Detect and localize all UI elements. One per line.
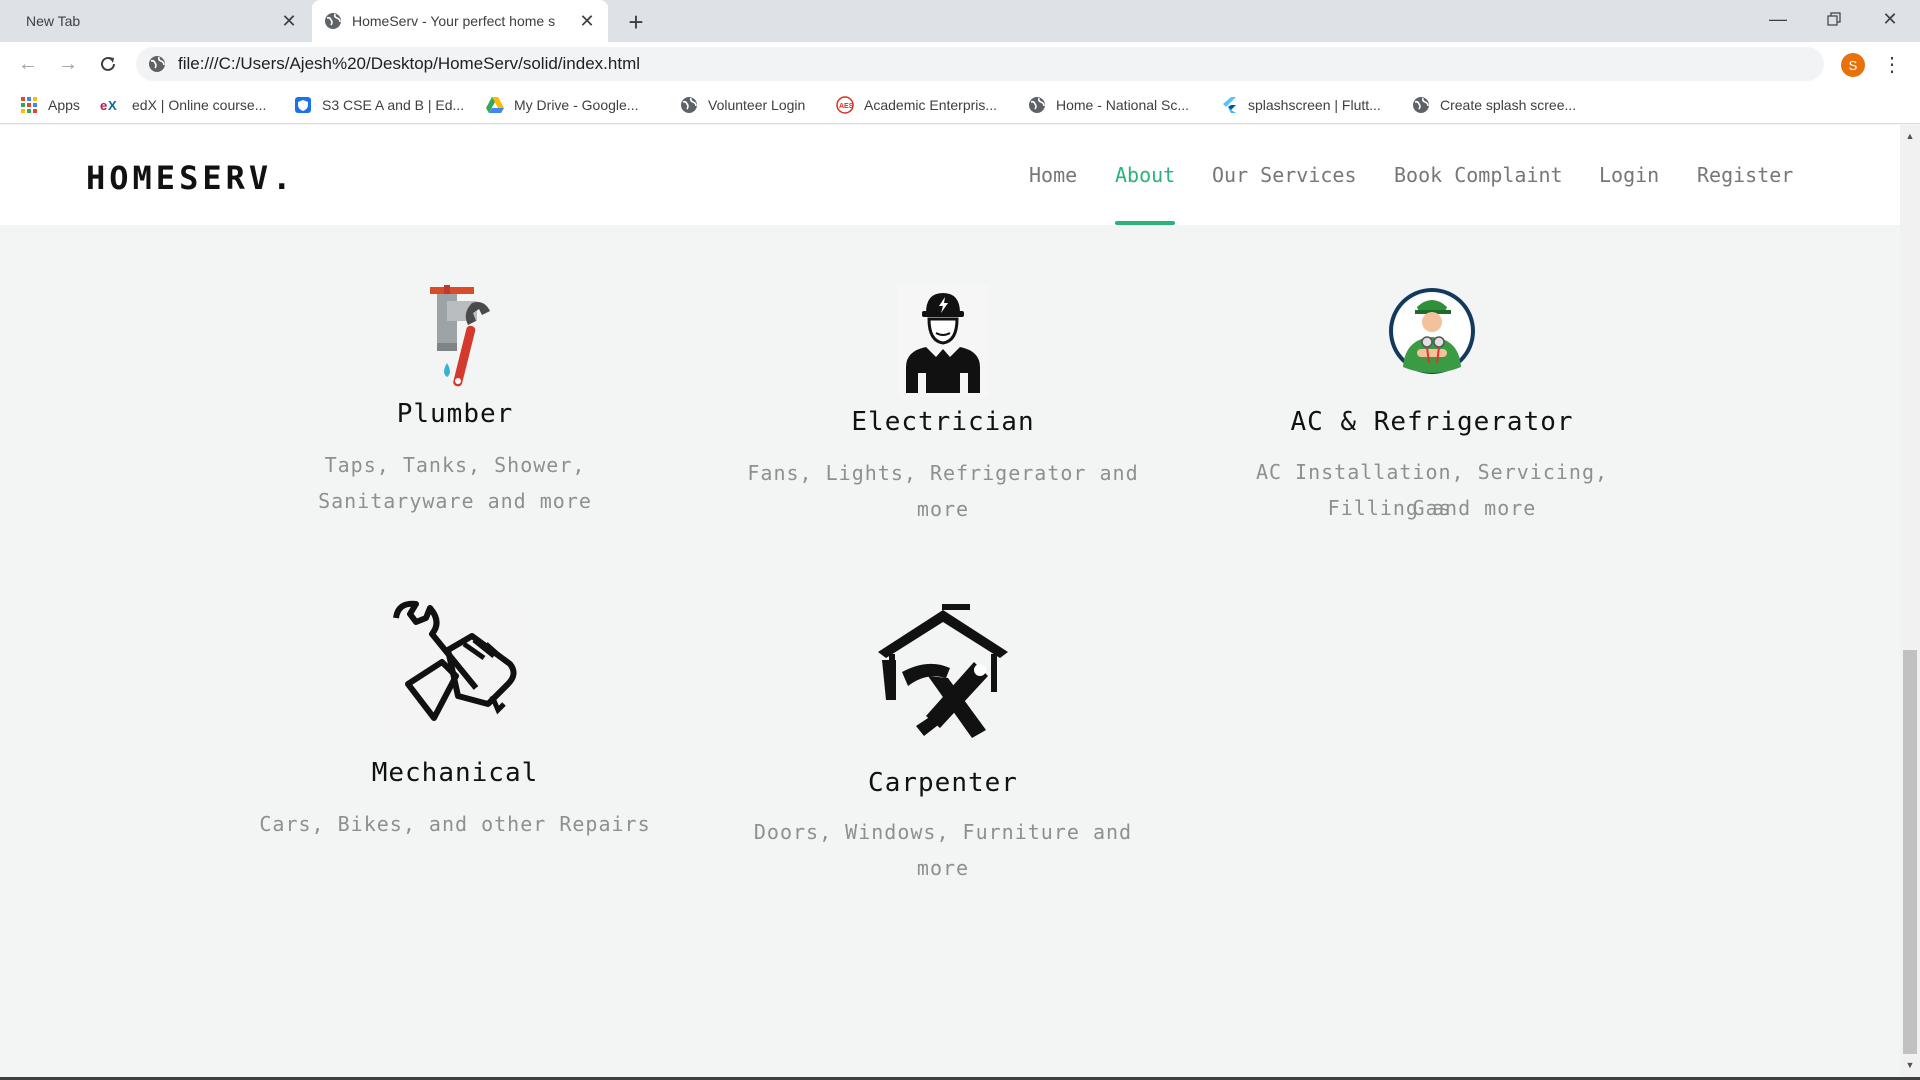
site-info-globe-icon[interactable] xyxy=(148,55,166,73)
service-card-plumber: Plumber Taps, Tanks, Shower, Sanitarywar… xyxy=(255,285,655,585)
shield-icon xyxy=(295,97,311,113)
nav-active-indicator xyxy=(1115,221,1175,225)
tab-title: New Tab xyxy=(26,13,81,29)
close-tab-icon[interactable]: ✕ xyxy=(576,10,598,32)
profile-avatar[interactable]: S xyxy=(1841,53,1865,77)
nav-our-services[interactable]: Our Services xyxy=(1212,163,1357,187)
bookmark-edx[interactable]: eX edX | Online course... xyxy=(100,94,266,116)
service-title: Carpenter xyxy=(868,768,1018,798)
service-title: AC & Refrigerator xyxy=(1290,407,1574,437)
minimize-icon[interactable]: — xyxy=(1750,0,1806,38)
scrollbar-thumb[interactable] xyxy=(1903,650,1917,1054)
bookmark-s3-cse[interactable]: S3 CSE A and B | Ed... xyxy=(294,94,464,116)
forward-arrow-icon[interactable]: → xyxy=(54,50,82,78)
nav-book-complaint[interactable]: Book Complaint xyxy=(1394,163,1563,187)
restore-window-icon[interactable] xyxy=(1806,0,1862,38)
carpenter-house-tools-icon xyxy=(878,604,1008,738)
tab-new-tab[interactable]: New Tab ✕ xyxy=(8,0,310,42)
svg-text:e: e xyxy=(100,98,107,113)
globe-icon xyxy=(1413,97,1429,113)
globe-icon xyxy=(681,97,697,113)
close-tab-icon[interactable]: ✕ xyxy=(278,10,300,32)
google-drive-icon xyxy=(486,97,504,113)
globe-icon xyxy=(325,13,341,29)
bookmark-national[interactable]: Home - National Sc... xyxy=(1028,94,1189,116)
mechanic-hand-wrench-icon xyxy=(388,600,522,730)
bookmark-label: Home - National Sc... xyxy=(1056,97,1190,113)
service-description: Filling and more xyxy=(1327,496,1537,520)
browser-toolbar: ← → file:///C:/Users/Ajesh%20/Desktop/Ho… xyxy=(0,42,1920,86)
bookmark-volunteer-login[interactable]: Volunteer Login xyxy=(680,94,805,116)
apps-grid-icon xyxy=(21,97,37,113)
bookmark-label: My Drive - Google... xyxy=(514,97,639,113)
scroll-up-arrow-icon[interactable]: ▲ xyxy=(1904,131,1916,141)
service-card-ac-refrigerator: AC & Refrigerator AC Installation, Servi… xyxy=(1232,285,1632,585)
service-description: Doors, Windows, Furniture and xyxy=(753,820,1133,844)
svg-text:AES: AES xyxy=(839,103,854,110)
new-tab-button[interactable]: + xyxy=(622,7,650,37)
service-card-mechanical: Mechanical Cars, Bikes, and other Repair… xyxy=(255,600,655,860)
close-window-icon[interactable]: ✕ xyxy=(1862,0,1918,38)
plumber-tap-wrench-icon xyxy=(430,285,490,387)
bookmark-label: Create splash scree... xyxy=(1440,97,1577,113)
scroll-down-arrow-icon[interactable]: ▼ xyxy=(1904,1060,1916,1070)
bookmark-splashscreen[interactable]: splashscreen | Flutt... xyxy=(1220,94,1381,116)
bookmark-label: S3 CSE A and B | Ed... xyxy=(322,97,465,113)
svg-text:X: X xyxy=(108,98,117,113)
browser-tab-strip: New Tab ✕ HomeServ - Your perfect home s… xyxy=(0,0,1920,42)
bookmarks-bar: Apps eX edX | Online course... S3 CSE A … xyxy=(0,86,1920,124)
service-title: Electrician xyxy=(851,407,1035,437)
service-title: Plumber xyxy=(396,399,514,429)
bookmark-label: Volunteer Login xyxy=(708,97,806,113)
service-title: Mechanical xyxy=(371,758,539,788)
academic-icon: AES xyxy=(836,96,854,114)
bookmark-apps[interactable]: Apps xyxy=(20,94,80,116)
service-description: Fans, Lights, Refrigerator and xyxy=(747,461,1139,485)
bookmark-label: splashscreen | Flutt... xyxy=(1248,97,1381,113)
nav-about[interactable]: About xyxy=(1115,163,1175,187)
service-description: more xyxy=(916,856,970,880)
globe-icon xyxy=(1029,97,1045,113)
nav-login[interactable]: Login xyxy=(1599,163,1659,187)
nav-home[interactable]: Home xyxy=(1029,163,1077,187)
address-bar[interactable]: file:///C:/Users/Ajesh%20/Desktop/HomeSe… xyxy=(136,47,1824,81)
edx-icon: eX xyxy=(100,98,117,113)
tab-title: HomeServ - Your perfect home s xyxy=(352,13,556,29)
service-description: Taps, Tanks, Shower, xyxy=(324,453,586,477)
service-card-electrician: Electrician Fans, Lights, Refrigerator a… xyxy=(743,285,1143,585)
bookmark-google-drive[interactable]: My Drive - Google... xyxy=(486,94,638,116)
service-description: Sanitaryware and more xyxy=(318,489,592,513)
browser-menu-icon[interactable]: ⋮ xyxy=(1882,50,1902,78)
service-card-carpenter: Carpenter Doors, Windows, Furniture and … xyxy=(743,600,1143,880)
bookmark-label: Academic Enterpris... xyxy=(864,97,998,113)
electrician-worker-icon xyxy=(898,285,988,397)
ac-technician-icon xyxy=(1387,285,1477,377)
bookmark-label: Apps xyxy=(48,97,80,113)
service-description: Cars, Bikes, and other Repairs xyxy=(259,812,651,836)
page-viewport: HOMESERV. Home About Our Services Book C… xyxy=(0,125,1900,1077)
url-text[interactable]: file:///C:/Users/Ajesh%20/Desktop/HomeSe… xyxy=(178,54,640,74)
bookmark-create-splash[interactable]: Create splash scree... xyxy=(1412,94,1576,116)
tab-homeserv[interactable]: HomeServ - Your perfect home s ✕ xyxy=(312,0,608,42)
flutter-icon xyxy=(1223,97,1236,113)
site-header: HOMESERV. Home About Our Services Book C… xyxy=(0,125,1900,225)
bookmark-academic[interactable]: AES Academic Enterpris... xyxy=(836,94,997,116)
site-logo[interactable]: HOMESERV. xyxy=(86,159,295,197)
bookmark-label: edX | Online course... xyxy=(132,97,267,113)
service-description: more xyxy=(916,497,970,521)
reload-icon[interactable] xyxy=(94,50,122,78)
back-arrow-icon[interactable]: ← xyxy=(14,50,42,78)
nav-register[interactable]: Register xyxy=(1697,163,1793,187)
